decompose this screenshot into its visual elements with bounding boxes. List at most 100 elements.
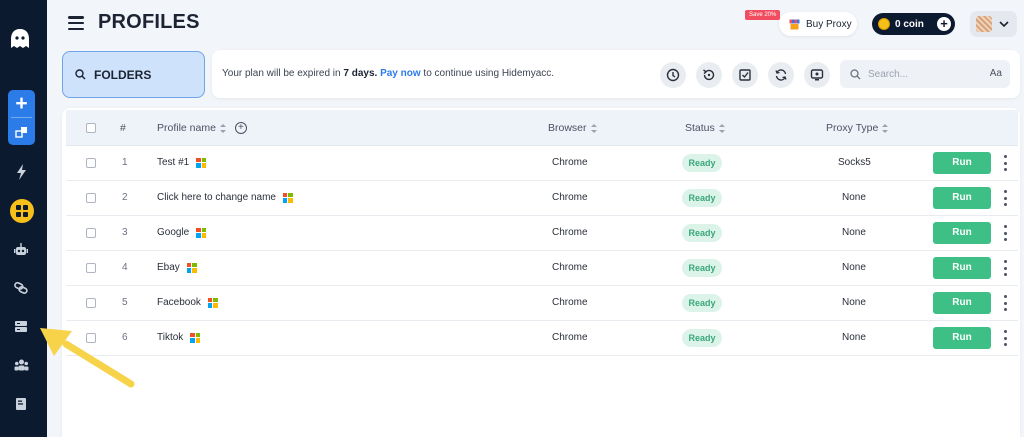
status-badge: Ready — [682, 329, 722, 347]
profile-name[interactable]: Click here to change name — [157, 192, 293, 203]
browser-cell: Chrome — [552, 157, 588, 168]
row-checkbox[interactable] — [86, 193, 96, 203]
hamburger-line — [68, 21, 84, 25]
screen-tool-button[interactable] — [804, 62, 830, 88]
account-menu[interactable] — [970, 11, 1017, 37]
menu-toggle-button[interactable] — [68, 16, 84, 30]
cookie-tool-button[interactable] — [660, 62, 686, 88]
profile-name[interactable]: Ebay — [157, 262, 197, 273]
windows-icon — [186, 262, 197, 273]
profile-name[interactable]: Google — [157, 227, 207, 238]
add-coin-icon[interactable]: + — [937, 17, 951, 31]
add-column-icon[interactable]: + — [234, 122, 247, 134]
robot-icon[interactable] — [11, 239, 31, 259]
folders-label: FOLDERS — [94, 67, 152, 82]
column-label: Browser — [548, 122, 587, 134]
grid-icon[interactable] — [10, 199, 34, 223]
checklist-tool-button[interactable] — [732, 62, 758, 88]
windows-icon — [190, 332, 201, 343]
proxy-type-cell: Socks5 — [838, 157, 871, 168]
add-profile-button[interactable]: + — [8, 90, 35, 116]
link-icon[interactable] — [11, 278, 31, 298]
store-icon — [789, 19, 800, 30]
refresh-icon — [775, 69, 787, 81]
profile-name[interactable]: Tiktok — [157, 332, 201, 343]
row-checkbox[interactable] — [86, 298, 96, 308]
profile-name[interactable]: Facebook — [157, 297, 218, 308]
history-tool-button[interactable] — [696, 62, 722, 88]
more-options-icon[interactable] — [1003, 190, 1007, 206]
monitor-icon — [810, 69, 824, 81]
more-options-icon[interactable] — [1003, 225, 1007, 241]
more-options-icon[interactable] — [1003, 260, 1007, 276]
page-title: PROFILES — [98, 11, 200, 33]
table-row[interactable]: 4 Ebay Chrome Ready None Run — [66, 251, 1018, 286]
proxy-type-cell: None — [842, 227, 866, 238]
run-button[interactable]: Run — [933, 152, 991, 174]
column-label: Status — [685, 122, 715, 134]
windows-icon — [282, 192, 293, 203]
column-header-profile-name[interactable]: Profile name + — [157, 122, 247, 134]
status-badge: Ready — [682, 259, 722, 277]
table-row[interactable]: 3 Google Chrome Ready None Run — [66, 216, 1018, 251]
profile-name-text: Google — [157, 227, 190, 238]
column-header-index: # — [120, 122, 126, 134]
row-index: 3 — [122, 227, 128, 238]
more-options-icon[interactable] — [1003, 295, 1007, 311]
run-button[interactable]: Run — [933, 222, 991, 244]
windows-icon — [196, 157, 207, 168]
table-row[interactable]: 1 Test #1 Chrome Ready Socks5 Run — [66, 146, 1018, 181]
table-row[interactable]: 5 Facebook Chrome Ready None Run — [66, 286, 1018, 321]
search-box: Aa — [840, 60, 1010, 88]
profiles-table: # Profile name + Browser Status Proxy Ty… — [62, 108, 1020, 437]
search-input[interactable] — [868, 68, 978, 80]
row-checkbox[interactable] — [86, 228, 96, 238]
column-header-proxy-type[interactable]: Proxy Type — [826, 122, 889, 134]
table-row[interactable]: 2 Click here to change name Chrome Ready… — [66, 181, 1018, 216]
plan-notice-tail: to continue using Hidemyacc. — [420, 68, 555, 79]
plan-days: 7 days. — [343, 68, 378, 79]
coin-balance[interactable]: 0 coin + — [872, 13, 955, 35]
more-options-icon[interactable] — [1003, 155, 1007, 171]
table-row[interactable]: 6 Tiktok Chrome Ready None Run — [66, 321, 1018, 356]
book-icon[interactable] — [11, 394, 31, 414]
run-button[interactable]: Run — [933, 327, 991, 349]
row-checkbox[interactable] — [86, 263, 96, 273]
column-header-browser[interactable]: Browser — [548, 122, 597, 134]
divider — [11, 117, 32, 118]
server-icon[interactable] — [11, 316, 31, 336]
coin-label: 0 coin — [895, 18, 924, 30]
annotation-arrow — [40, 328, 135, 388]
boxes-icon[interactable] — [8, 119, 35, 145]
profile-name-text: Click here to change name — [157, 192, 276, 203]
bolt-icon[interactable] — [11, 162, 31, 182]
refresh-tool-button[interactable] — [768, 62, 794, 88]
browser-cell: Chrome — [552, 227, 588, 238]
avatar — [976, 16, 992, 32]
more-options-icon[interactable] — [1003, 330, 1007, 346]
browser-cell: Chrome — [552, 297, 588, 308]
create-group: + — [8, 90, 35, 145]
folders-button[interactable]: FOLDERS — [62, 51, 205, 98]
sort-icon — [718, 123, 725, 133]
run-button[interactable]: Run — [933, 292, 991, 314]
team-icon[interactable] — [11, 355, 31, 375]
row-checkbox[interactable] — [86, 158, 96, 168]
profile-name[interactable]: Test #1 — [157, 157, 207, 168]
run-button[interactable]: Run — [933, 257, 991, 279]
case-toggle-button[interactable]: Aa — [990, 68, 1002, 79]
buy-proxy-button[interactable]: Buy Proxy — [779, 12, 857, 36]
column-label: Proxy Type — [826, 122, 879, 134]
status-badge: Ready — [682, 294, 722, 312]
select-all-checkbox[interactable] — [86, 123, 96, 133]
ghost-logo[interactable] — [9, 27, 31, 51]
save-badge: Save 20% — [745, 10, 781, 20]
run-button[interactable]: Run — [933, 187, 991, 209]
plan-notice-text: Your plan will be expired in — [222, 68, 344, 79]
pay-now-link[interactable]: Pay now — [380, 68, 421, 79]
checklist-icon — [739, 69, 751, 81]
profile-name-text: Test #1 — [157, 157, 190, 168]
search-icon — [75, 69, 86, 80]
windows-icon — [196, 227, 207, 238]
column-header-status[interactable]: Status — [685, 122, 725, 134]
